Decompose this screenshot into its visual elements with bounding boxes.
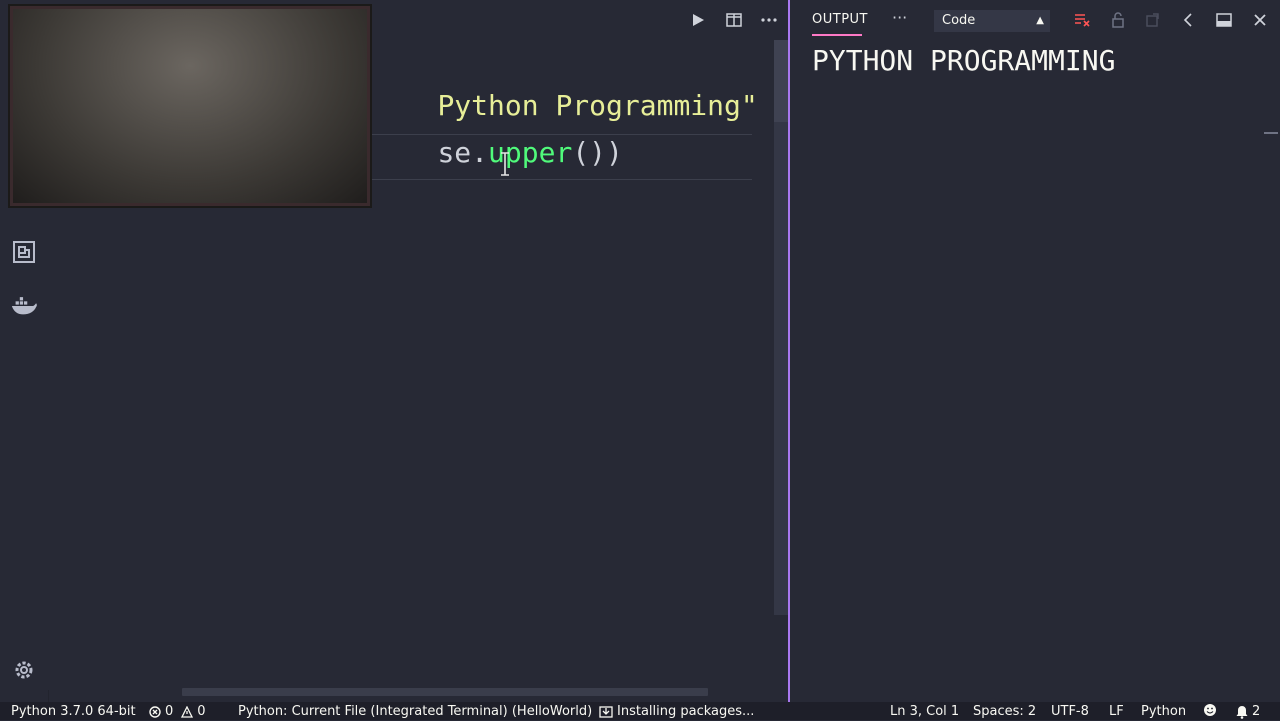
editor-vertical-scrollbar[interactable] [774,40,788,615]
extensions-icon[interactable] [10,238,38,266]
select-chevron-icon: ▲ [1036,15,1044,26]
download-icon [599,706,613,718]
output-channel-select[interactable]: Code ▲ [934,10,1050,32]
encoding-item[interactable]: UTF-8 [1051,703,1089,721]
error-count: 0 [165,704,174,719]
tab-output[interactable]: OUTPUT [812,12,868,27]
settings-gear-icon[interactable] [10,656,38,684]
language-mode-label: Python [1141,704,1187,719]
installing-label: Installing packages... [617,704,755,719]
eol-label: LF [1109,704,1124,719]
webcam-overlay [8,4,372,208]
lock-scroll-icon[interactable] [1108,10,1128,30]
debug-config-label: Python: Current File (Integrated Termina… [238,704,593,719]
indentation-item[interactable]: Spaces: 2 [973,703,1036,721]
open-log-icon[interactable] [1142,10,1162,30]
feedback-smiley-icon[interactable] [1203,703,1217,717]
problems-item[interactable]: 0 0 [149,703,206,721]
python-interpreter-label: Python 3.7.0 64-bit [11,704,136,719]
clear-output-icon[interactable] [1072,10,1092,30]
current-line-highlight [370,134,752,180]
more-actions-icon[interactable] [759,10,779,30]
text-cursor-icon [500,152,510,176]
warning-icon [181,706,194,718]
output-channel-value: Code [942,13,976,28]
docker-icon[interactable] [10,292,38,320]
status-bar: Python 3.7.0 64-bit 0 0 Python: Current … [0,702,1280,720]
bell-icon [1236,705,1248,719]
eol-item[interactable]: LF [1109,703,1124,721]
notification-count: 2 [1252,704,1261,719]
split-editor-icon[interactable] [724,10,744,30]
output-panel: OUTPUT ··· Code ▲ PYTHON PROGRAMMING [790,0,1280,702]
output-content: PYTHON PROGRAMMING [812,44,1116,77]
maximize-panel-icon[interactable] [1214,10,1234,30]
installing-packages-item[interactable]: Installing packages... [599,703,754,721]
encoding-label: UTF-8 [1051,704,1089,719]
error-icon [149,706,161,718]
editor-scroll-thumb[interactable] [774,40,788,122]
notifications-item[interactable]: 2 [1236,703,1260,721]
python-interpreter-item[interactable]: Python 3.7.0 64-bit [11,703,136,721]
chevron-left-icon[interactable] [1178,10,1198,30]
editor-horizontal-scrollbar[interactable] [182,688,708,696]
run-file-button[interactable] [688,10,708,30]
active-tab-indicator [812,34,862,36]
close-panel-icon[interactable] [1250,10,1270,30]
panel-more-tabs[interactable]: ··· [892,8,907,27]
panel-scroll-marker [1264,132,1278,134]
indentation-label: Spaces: 2 [973,704,1037,719]
language-mode-item[interactable]: Python [1141,703,1186,721]
code-line-1: Python Programming" [370,40,757,122]
cursor-position-item[interactable]: Ln 3, Col 1 [890,703,959,721]
debug-config-item[interactable]: Python: Current File (Integrated Termina… [238,703,592,721]
warning-count: 0 [197,704,206,719]
code-line-2: se.upper()) [370,87,622,169]
cursor-position-label: Ln 3, Col 1 [890,704,960,719]
